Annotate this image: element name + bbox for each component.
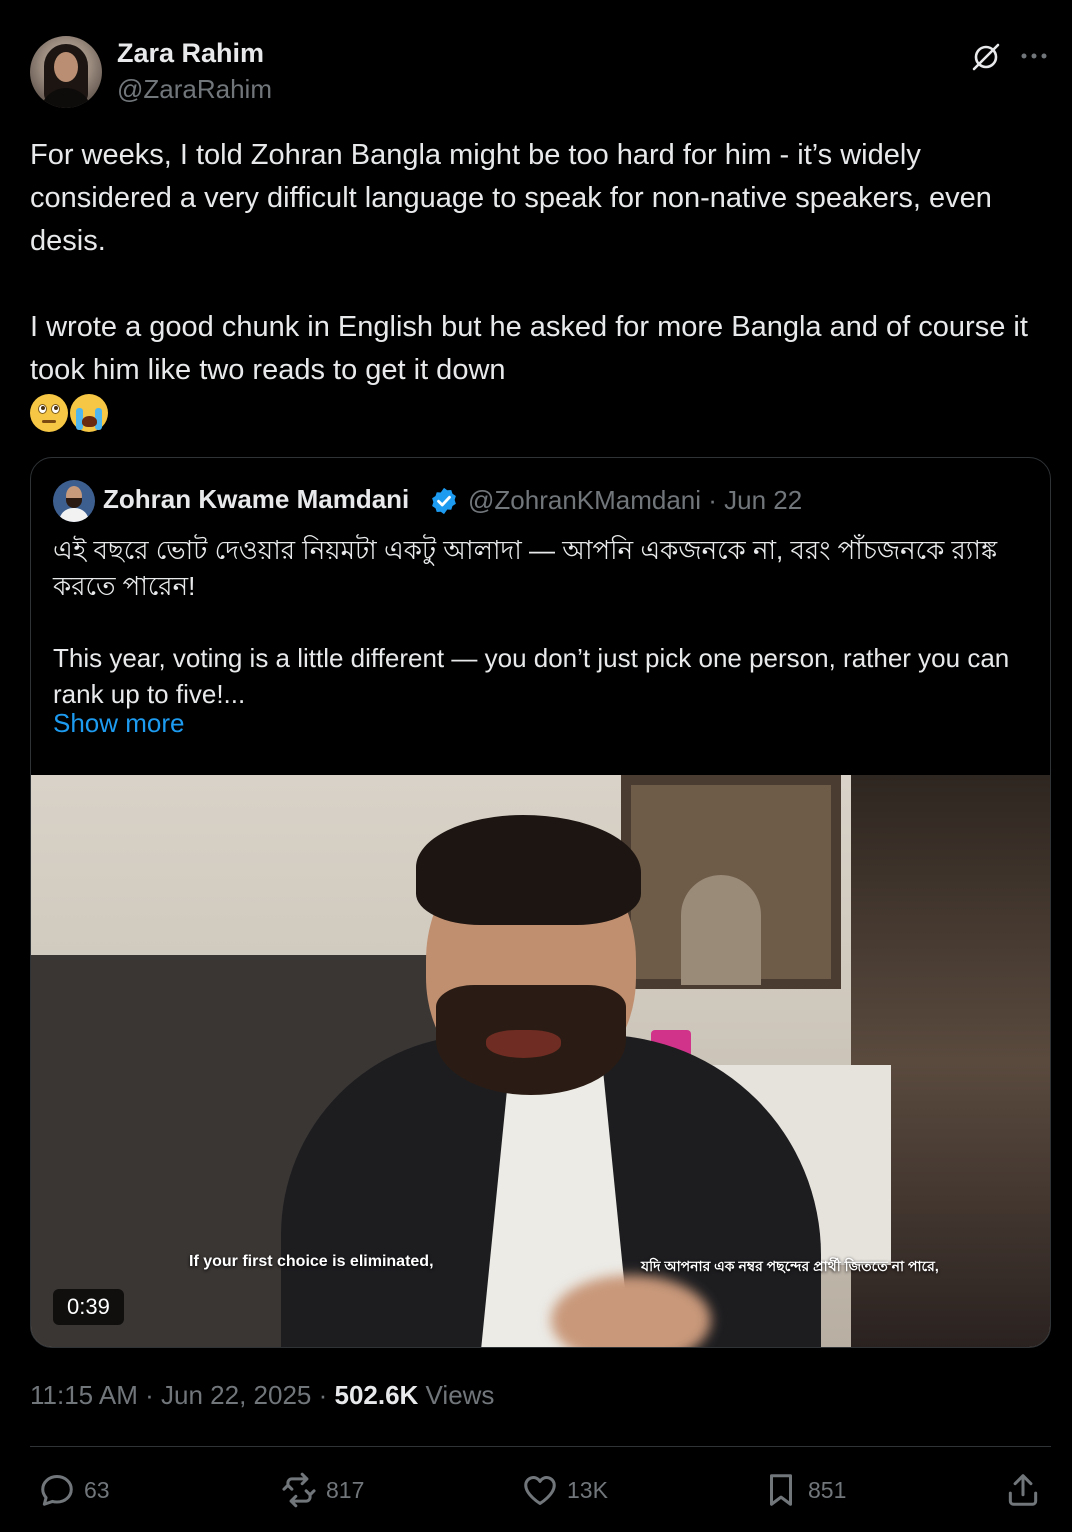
author-handle[interactable]: @ZaraRahim [117, 74, 272, 105]
video-player[interactable]: If your first choice is eliminated, যদি … [31, 775, 1050, 1347]
reply-icon [41, 1475, 73, 1506]
heart-icon [524, 1476, 556, 1505]
grok-icon[interactable] [970, 40, 1002, 72]
like-button[interactable]: 13K [521, 1468, 608, 1512]
quote-handle-date: @ZohranKMamdani · Jun 22 [468, 485, 803, 515]
tweet-meta: 11:15 AM · Jun 22, 2025 · 502.6K Views [30, 1380, 494, 1411]
reply-count: 63 [84, 1476, 110, 1503]
views-count: 502.6K [334, 1380, 419, 1410]
author-display-name[interactable]: Zara Rahim [117, 38, 264, 69]
views-label: Views [418, 1380, 495, 1410]
video-subtitle-bangla: যদি আপনার এক নম্বর পছন্দের প্রার্থী জিতত… [641, 1258, 939, 1274]
repost-button[interactable]: 817 [280, 1468, 364, 1512]
video-subtitle-english: If your first choice is eliminated, [189, 1253, 434, 1270]
verified-badge-icon [432, 487, 456, 515]
tweet-timestamp[interactable]: 11:15 AM · Jun 22, 2025 · [30, 1380, 334, 1410]
repost-icon [282, 1472, 316, 1508]
author-avatar[interactable] [30, 36, 102, 108]
repost-count: 817 [326, 1476, 365, 1503]
show-more-link[interactable]: Show more [53, 708, 185, 739]
video-duration-badge: 0:39 [53, 1289, 124, 1325]
divider [30, 1446, 1051, 1447]
bookmark-button[interactable]: 851 [762, 1468, 846, 1512]
like-count: 13K [567, 1476, 608, 1503]
tweet-text: For weeks, I told Zohran Bangla might be… [30, 139, 1028, 386]
quote-author-display-name[interactable]: Zohran Kwame Mamdani [103, 484, 409, 515]
more-options-icon[interactable] [1018, 40, 1050, 72]
bookmark-icon [769, 1474, 793, 1506]
tweet: Zara Rahim @ZaraRahim For weeks, I told … [0, 0, 1072, 1532]
tweet-emojis [30, 394, 108, 436]
loudly-crying-face-icon [70, 394, 108, 432]
bookmark-count: 851 [808, 1476, 847, 1503]
face-with-rolling-eyes-icon [30, 394, 68, 432]
quoted-tweet[interactable]: Zohran Kwame Mamdani @ZohranKMamdani · J… [30, 457, 1051, 1348]
share-icon [1008, 1474, 1038, 1506]
quote-author-avatar[interactable] [53, 480, 95, 522]
share-button[interactable] [1004, 1468, 1042, 1512]
reply-button[interactable]: 63 [38, 1468, 110, 1512]
quote-text: এই বছরে ভোট দেওয়ার নিয়মটা একটু আলাদা —… [53, 535, 1010, 709]
